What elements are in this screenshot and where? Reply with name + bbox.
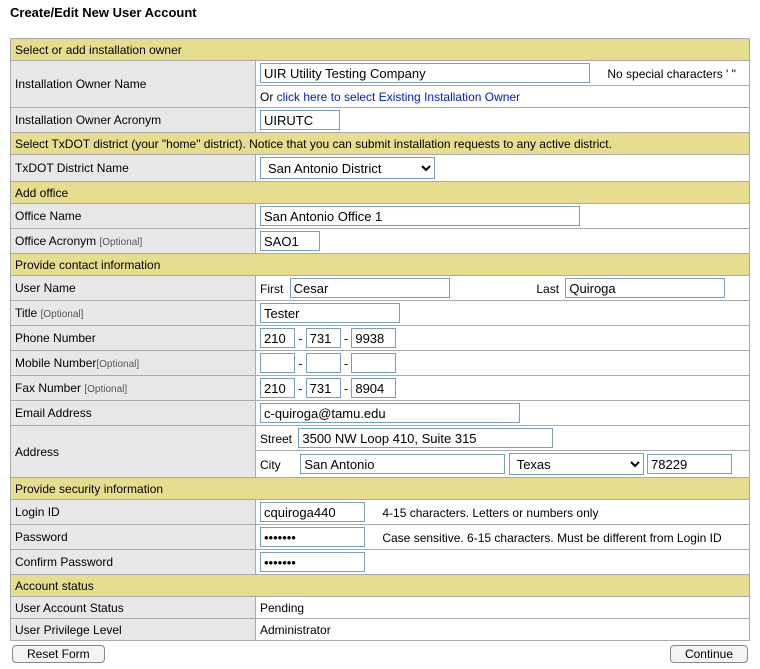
section-district: Select TxDOT district (your "home" distr… [11,133,750,155]
value-privilege: Administrator [256,619,750,641]
fax3-input[interactable] [351,378,396,398]
phone2-input[interactable] [306,328,341,348]
hint-password: Case sensitive. 6-15 characters. Must be… [382,531,721,545]
mobile1-input[interactable] [260,353,295,373]
last-name-input[interactable] [565,278,725,298]
existing-owner-link[interactable]: click here to select Existing Installati… [277,90,520,104]
label-first: First [260,282,283,296]
mobile3-input[interactable] [351,353,396,373]
optional-tag: [Optional] [99,237,142,248]
label-office-acronym: Office Acronym [Optional] [11,229,256,254]
label-last: Last [536,282,559,296]
section-security: Provide security information [11,478,750,500]
login-input[interactable] [260,502,365,522]
section-owner: Select or add installation owner [11,39,750,61]
page-title: Create/Edit New User Account [10,5,750,20]
label-fax: Fax Number [Optional] [11,376,256,401]
state-select[interactable]: Texas [509,453,644,475]
label-privilege: User Privilege Level [11,619,256,641]
city-input[interactable] [300,454,505,474]
zip-input[interactable] [647,454,732,474]
office-name-input[interactable] [260,206,580,226]
label-city: City [260,458,294,472]
email-input[interactable] [260,403,520,423]
label-owner-acronym: Installation Owner Acronym [11,108,256,133]
fax2-input[interactable] [306,378,341,398]
label-address: Address [11,426,256,478]
optional-tag: [Optional] [41,309,84,320]
office-acronym-text: Office Acronym [15,234,96,248]
reset-button[interactable]: Reset Form [12,645,105,663]
label-password: Password [11,525,256,550]
label-login: Login ID [11,500,256,525]
optional-tag: [Optional] [96,359,139,370]
value-account-status: Pending [256,597,750,619]
phone1-input[interactable] [260,328,295,348]
label-owner-name: Installation Owner Name [11,61,256,108]
label-street: Street [260,432,292,446]
hint-login: 4-15 characters. Letters or numbers only [382,506,598,520]
hint-no-special: No special characters ' " [607,67,736,81]
optional-tag: [Optional] [84,384,127,395]
section-status: Account status [11,575,750,597]
street-input[interactable] [298,428,553,448]
label-account-status: User Account Status [11,597,256,619]
label-user-name: User Name [11,276,256,301]
fax1-input[interactable] [260,378,295,398]
office-acronym-input[interactable] [260,231,320,251]
label-mobile: Mobile Number[Optional] [11,351,256,376]
section-contact: Provide contact information [11,254,750,276]
mobile2-input[interactable] [306,353,341,373]
or-text: Or [260,90,277,104]
label-confirm-password: Confirm Password [11,550,256,575]
mobile-text: Mobile Number [15,356,96,370]
label-district: TxDOT District Name [11,155,256,182]
district-select[interactable]: San Antonio District [260,157,435,179]
continue-button[interactable]: Continue [670,645,748,663]
owner-name-input[interactable] [260,63,590,83]
section-office: Add office [11,182,750,204]
title-text: Title [15,306,37,320]
password-input[interactable] [260,527,365,547]
owner-acronym-input[interactable] [260,110,340,130]
label-title: Title [Optional] [11,301,256,326]
fax-text: Fax Number [15,381,81,395]
phone3-input[interactable] [351,328,396,348]
account-form-table: Select or add installation owner Install… [10,38,750,641]
confirm-password-input[interactable] [260,552,365,572]
label-office-name: Office Name [11,204,256,229]
first-name-input[interactable] [290,278,450,298]
title-input[interactable] [260,303,400,323]
label-email: Email Address [11,401,256,426]
label-phone: Phone Number [11,326,256,351]
button-row: Reset Form Continue [10,645,750,663]
